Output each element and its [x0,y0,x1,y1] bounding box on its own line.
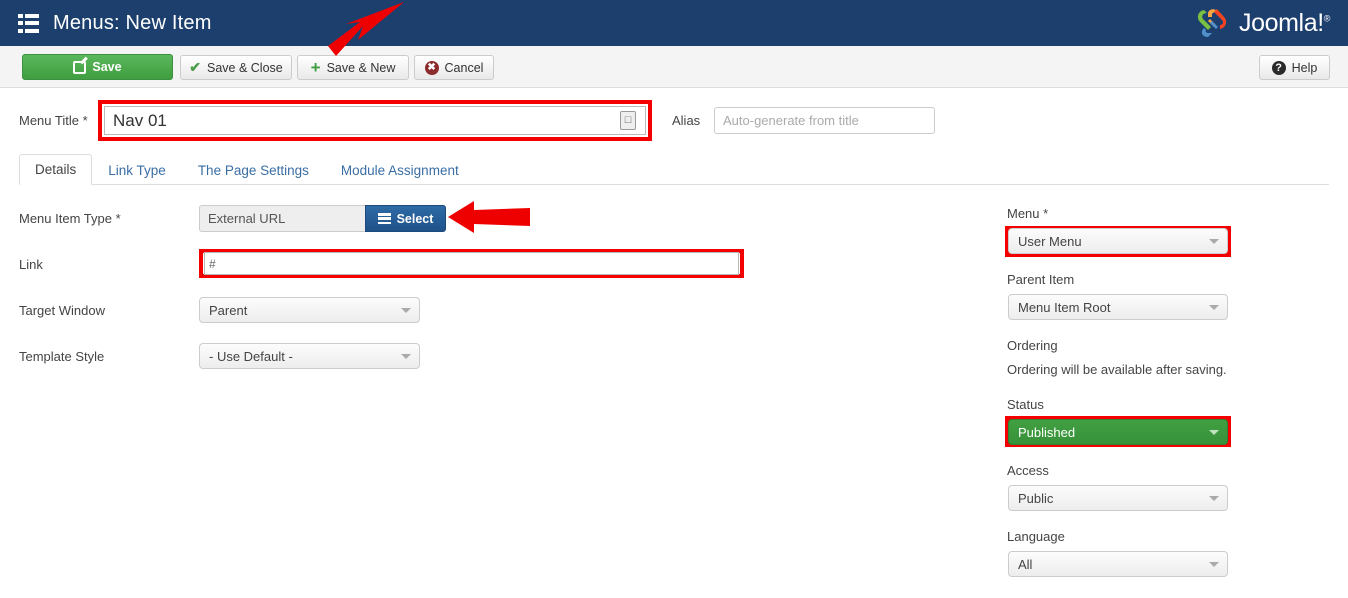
save-and-close-button[interactable]: ✔ Save & Close [180,55,292,80]
status-select[interactable]: Published [1008,419,1228,445]
link-input[interactable] [205,255,738,272]
chevron-down-icon [1209,496,1219,501]
page-title: Menus: New Item [53,12,212,35]
close-icon: ✖ [425,61,439,75]
arrow-pointing-to-select-button [446,197,532,237]
tab-the-page-settings[interactable]: The Page Settings [182,155,325,185]
list-grid-icon [378,213,391,224]
tab-details[interactable]: Details [19,154,92,185]
question-mark-icon: ? [1272,61,1286,75]
target-window-select[interactable]: Parent [199,297,420,323]
template-style-value: - Use Default - [209,349,293,364]
save-and-new-button[interactable]: + Save & New [297,55,409,80]
select-button[interactable]: Select [365,205,446,232]
tab-link-type[interactable]: Link Type [92,155,182,185]
menu-select[interactable]: User Menu [1008,228,1228,254]
cancel-button[interactable]: ✖ Cancel [414,55,494,80]
link-label: Link [19,257,43,272]
chevron-down-icon [1209,562,1219,567]
chevron-down-icon [1209,239,1219,244]
menu-title-label: Menu Title * [19,113,88,128]
access-value: Public [1018,491,1053,506]
language-value: All [1018,557,1032,572]
grid-menu-icon[interactable] [18,14,39,33]
parent-item-value: Menu Item Root [1018,300,1111,315]
mobile-preview-icon[interactable]: ☐ [620,111,636,130]
header-left-group: Menus: New Item [0,12,212,35]
chevron-down-icon [1209,430,1219,435]
help-button-label: Help [1292,61,1318,75]
language-select[interactable]: All [1008,551,1228,577]
status-value: Published [1018,425,1075,440]
ordering-label: Ordering [1007,338,1058,353]
cancel-button-label: Cancel [445,61,484,75]
plus-icon: + [311,59,321,76]
app-header: Menus: New Item Joomla!® [0,0,1348,46]
save-button[interactable]: Save [22,54,173,80]
menu-item-type-value: External URL [199,205,365,232]
parent-item-label: Parent Item [1007,272,1074,287]
alias-label: Alias [672,113,700,128]
chevron-down-icon [1209,305,1219,310]
menu-select-label: Menu * [1007,206,1048,221]
access-select[interactable]: Public [1008,485,1228,511]
pencil-icon [73,61,86,74]
alias-input[interactable] [714,107,935,134]
target-window-value: Parent [209,303,247,318]
joomla-wordmark: Joomla!® [1239,9,1330,38]
tab-module-assignment[interactable]: Module Assignment [325,155,475,185]
chevron-down-icon [401,308,411,313]
menu-title-input[interactable] [104,106,646,135]
menu-select-value: User Menu [1018,234,1082,249]
parent-item-select[interactable]: Menu Item Root [1008,294,1228,320]
help-button[interactable]: ? Help [1259,55,1330,80]
template-style-select[interactable]: - Use Default - [199,343,420,369]
save-and-close-label: Save & Close [207,61,283,75]
template-style-label: Template Style [19,349,104,364]
joomla-logo: Joomla!® [1197,6,1330,40]
access-label: Access [1007,463,1049,478]
select-button-label: Select [397,212,434,226]
save-button-label: Save [92,60,121,74]
save-and-new-label: Save & New [327,61,396,75]
joomla-logo-icon [1197,8,1231,38]
ordering-note: Ordering will be available after saving. [1007,362,1227,377]
chevron-down-icon [401,354,411,359]
check-icon: ✔ [189,59,201,76]
menu-item-type-label: Menu Item Type * [19,211,121,226]
tab-bar: Details Link Type The Page Settings Modu… [19,153,1329,185]
status-label: Status [1007,397,1044,412]
language-label: Language [1007,529,1065,544]
joomla-wordmark-text: Joomla! [1239,9,1324,37]
target-window-label: Target Window [19,303,105,318]
